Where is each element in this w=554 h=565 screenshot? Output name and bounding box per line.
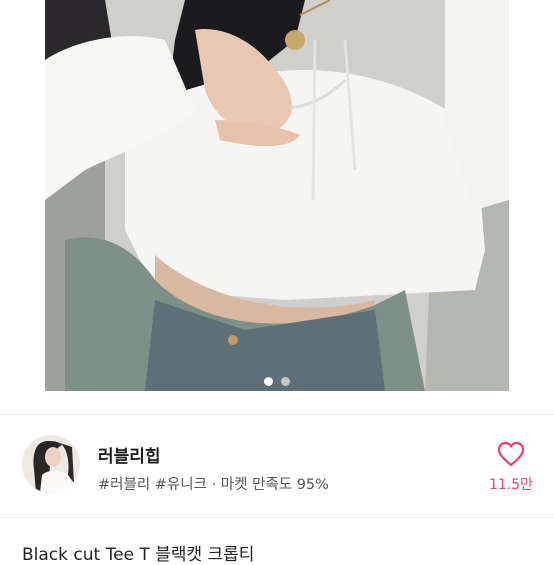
carousel-dot-active[interactable] — [264, 376, 273, 386]
seller-name[interactable]: 러블리힙 — [98, 442, 161, 467]
product-title: Black cut Tee T 블랙캣 크롭티 — [22, 545, 255, 565]
product-photo[interactable] — [45, 0, 509, 391]
carousel-dot[interactable] — [281, 376, 290, 386]
seller-avatar[interactable] — [22, 435, 80, 493]
like-count: 11.5만 — [488, 477, 534, 493]
seller-tags: #러블리 #유니크 · 마켓 만족도 95% — [98, 477, 329, 493]
divider — [0, 414, 554, 415]
carousel-indicator — [0, 373, 554, 389]
heart-outline-icon[interactable] — [495, 438, 527, 470]
divider — [0, 517, 554, 518]
